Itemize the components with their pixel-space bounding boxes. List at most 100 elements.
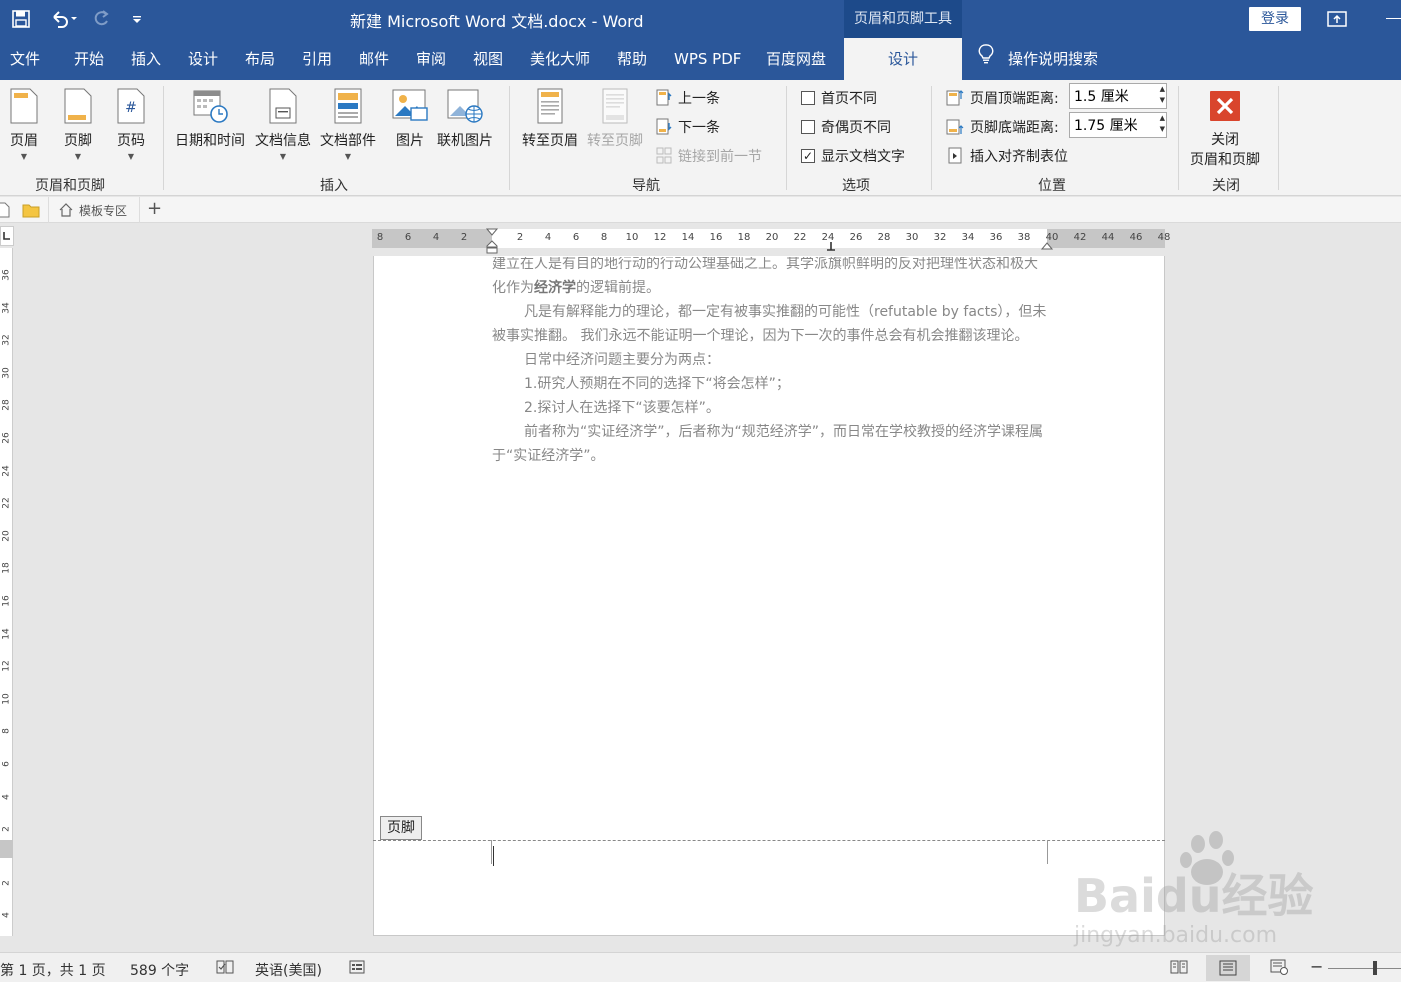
ruler-tick-label: 8 <box>376 232 384 243</box>
tab-selector[interactable] <box>0 226 14 246</box>
horizontal-ruler[interactable]: 8 6 4 2 2 4 6 8 10 12 14 16 18 20 22 24 26 28 30 32 34 36 38 40… <box>372 228 1170 254</box>
tab-references[interactable]: 引用 <box>302 38 332 80</box>
web-layout-icon[interactable] <box>1270 959 1288 979</box>
picture-button[interactable]: 图片 <box>390 86 430 150</box>
body-text-line[interactable]: 1.研究人预期在不同的选择下“将会怎样”； <box>524 373 790 393</box>
body-text-line[interactable]: 化作为经济学的逻辑前提。 <box>492 277 660 297</box>
tab-wps-pdf[interactable]: WPS PDF <box>674 38 741 80</box>
vertical-ruler-tick-label: 36 <box>1 269 12 281</box>
spinner-arrows-icon[interactable]: ▲ ▼ <box>1160 113 1165 135</box>
goto-header-button[interactable]: 转至页眉 <box>522 86 578 150</box>
ruler-tick-label: 10 <box>625 232 639 243</box>
body-text-line[interactable]: 2.探讨人在选择下“该要怎样”。 <box>524 397 720 417</box>
spinner-arrows-icon[interactable]: ▲ ▼ <box>1160 84 1165 106</box>
group-divider <box>509 86 510 190</box>
body-text-line[interactable]: 日常中经济问题主要分为两点： <box>524 349 720 369</box>
date-time-button[interactable]: 日期和时间 <box>175 86 245 150</box>
svg-text:#: # <box>125 100 137 116</box>
different-odd-even-checkbox[interactable]: 奇偶页不同 <box>801 117 891 137</box>
minimize-icon[interactable] <box>1386 18 1401 19</box>
language-status[interactable]: 英语(美国) <box>255 960 322 980</box>
next-section-icon <box>656 118 672 135</box>
different-first-page-checkbox[interactable]: 首页不同 <box>801 88 877 108</box>
lightbulb-icon <box>978 38 994 80</box>
tell-me-search[interactable]: 操作说明搜索 <box>978 38 1098 80</box>
chevron-down-icon: ▼ <box>20 152 28 161</box>
ruler-tick-label: 8 <box>600 232 608 243</box>
group-label-insert: 插入 <box>320 178 348 194</box>
tab-header-footer-design[interactable]: 设计 <box>844 38 962 80</box>
tab-baidu-pan[interactable]: 百度网盘 <box>766 38 826 80</box>
print-layout-button[interactable] <box>1206 955 1250 981</box>
center-tab-stop-marker[interactable] <box>826 239 836 255</box>
template-zone-tab[interactable]: 模板专区 <box>48 197 140 223</box>
undo-icon[interactable] <box>46 6 82 32</box>
goto-footer-button: 转至页脚 <box>587 86 643 150</box>
header-from-top-spinner[interactable]: ▲▼ <box>1069 83 1167 109</box>
online-picture-button[interactable]: 联机图片 <box>437 86 493 150</box>
window-title: 新建 Microsoft Word 文档.docx - Word <box>350 12 644 31</box>
zoom-slider[interactable] <box>1328 968 1401 969</box>
body-text-line[interactable]: 前者称为“实证经济学”，后者称为“规范经济学”，而日常在学校教授的经济学课程属 <box>524 421 1043 441</box>
vertical-ruler-tick-label: 14 <box>1 627 12 640</box>
document-info-button[interactable]: 文档信息 ▼ <box>255 86 311 161</box>
tab-beautify[interactable]: 美化大师 <box>530 38 590 80</box>
tab-view[interactable]: 视图 <box>473 38 503 80</box>
quick-parts-button[interactable]: 文档部件 ▼ <box>320 86 376 161</box>
next-button[interactable]: 下一条 <box>656 117 720 137</box>
document-page[interactable] <box>373 256 1165 936</box>
svg-text:jingyan.baidu.com: jingyan.baidu.com <box>1073 923 1277 948</box>
body-text-line[interactable]: 被事实推翻。 我们永远不能证明一个理论，因为下一次的事件总会有机会推翻该理论。 <box>492 325 1028 345</box>
ruler-tick-label: 6 <box>572 232 580 243</box>
tab-insert[interactable]: 插入 <box>131 38 161 80</box>
tab-review[interactable]: 审阅 <box>416 38 446 80</box>
text-cursor <box>493 846 494 866</box>
ribbon-display-options-icon[interactable] <box>1326 8 1348 30</box>
tab-help[interactable]: 帮助 <box>617 38 647 80</box>
right-indent-marker[interactable] <box>1040 240 1054 256</box>
tab-design[interactable]: 设计 <box>188 38 218 80</box>
page-number-icon: # <box>111 86 151 126</box>
zoom-slider-thumb[interactable] <box>1373 961 1377 975</box>
vertical-ruler[interactable]: 36 34 32 30 28 26 24 22 20 18 16 14 12 10 8 6 4 2 2 4 <box>0 248 13 936</box>
group-divider <box>163 86 164 190</box>
customize-qat-icon[interactable] <box>124 6 150 32</box>
zoom-out-icon[interactable]: − <box>1310 957 1323 976</box>
proofing-icon[interactable] <box>216 959 234 979</box>
macro-recording-icon[interactable] <box>349 959 365 979</box>
vertical-ruler-tick-label: 8 <box>1 728 12 735</box>
footer-button[interactable]: 页脚 ▼ <box>58 86 98 161</box>
ruler-tick-label: 12 <box>653 232 667 243</box>
word-count-status[interactable]: 589 个字 <box>130 960 189 980</box>
body-text-line[interactable]: 凡是有解释能力的理论，都一定有被事实推翻的可能性（refutable by fa… <box>524 301 1046 321</box>
footer-from-bottom-input[interactable] <box>1069 112 1167 138</box>
read-mode-icon[interactable] <box>1170 959 1188 979</box>
close-header-footer-button[interactable]: 关闭 页眉和页脚 <box>1190 86 1260 169</box>
new-document-icon[interactable] <box>0 202 10 222</box>
group-divider <box>931 86 932 190</box>
title-bar: 新建 Microsoft Word 文档.docx - Word 页眉和页脚工具… <box>0 0 1401 38</box>
previous-button[interactable]: 上一条 <box>656 88 720 108</box>
insert-alignment-tab-button[interactable]: 插入对齐制表位 <box>948 146 1068 166</box>
tab-layout[interactable]: 布局 <box>245 38 275 80</box>
ribbon-tab-bar: 文件 开始 插入 设计 布局 引用 邮件 审阅 视图 美化大师 帮助 WPS P… <box>0 38 1401 80</box>
tab-mailings[interactable]: 邮件 <box>359 38 389 80</box>
footer-from-bottom-spinner[interactable]: ▲▼ <box>1069 112 1167 138</box>
page-number-button[interactable]: # 页码 ▼ <box>111 86 151 161</box>
save-icon[interactable] <box>8 6 34 32</box>
vertical-ruler-tick-label: 18 <box>1 562 12 575</box>
vertical-ruler-tick-label: 28 <box>1 399 12 412</box>
add-tab-icon[interactable]: + <box>147 200 162 218</box>
login-button[interactable]: 登录 <box>1249 7 1301 31</box>
header-button[interactable]: 页眉 ▼ <box>4 86 44 161</box>
group-label-position: 位置 <box>1038 178 1066 194</box>
header-from-top-input[interactable] <box>1069 83 1167 109</box>
show-document-text-checkbox[interactable]: ✓ 显示文档文字 <box>801 146 905 166</box>
ruler-tick-label: 4 <box>432 232 440 243</box>
tab-file[interactable]: 文件 <box>10 38 40 80</box>
folder-icon[interactable] <box>22 202 40 222</box>
body-text-line[interactable]: 于“实证经济学”。 <box>492 445 605 465</box>
vertical-ruler-tick-label: 2 <box>1 826 12 833</box>
page-count-status[interactable]: 第 1 页，共 1 页 <box>0 960 106 980</box>
tab-home[interactable]: 开始 <box>74 38 104 80</box>
